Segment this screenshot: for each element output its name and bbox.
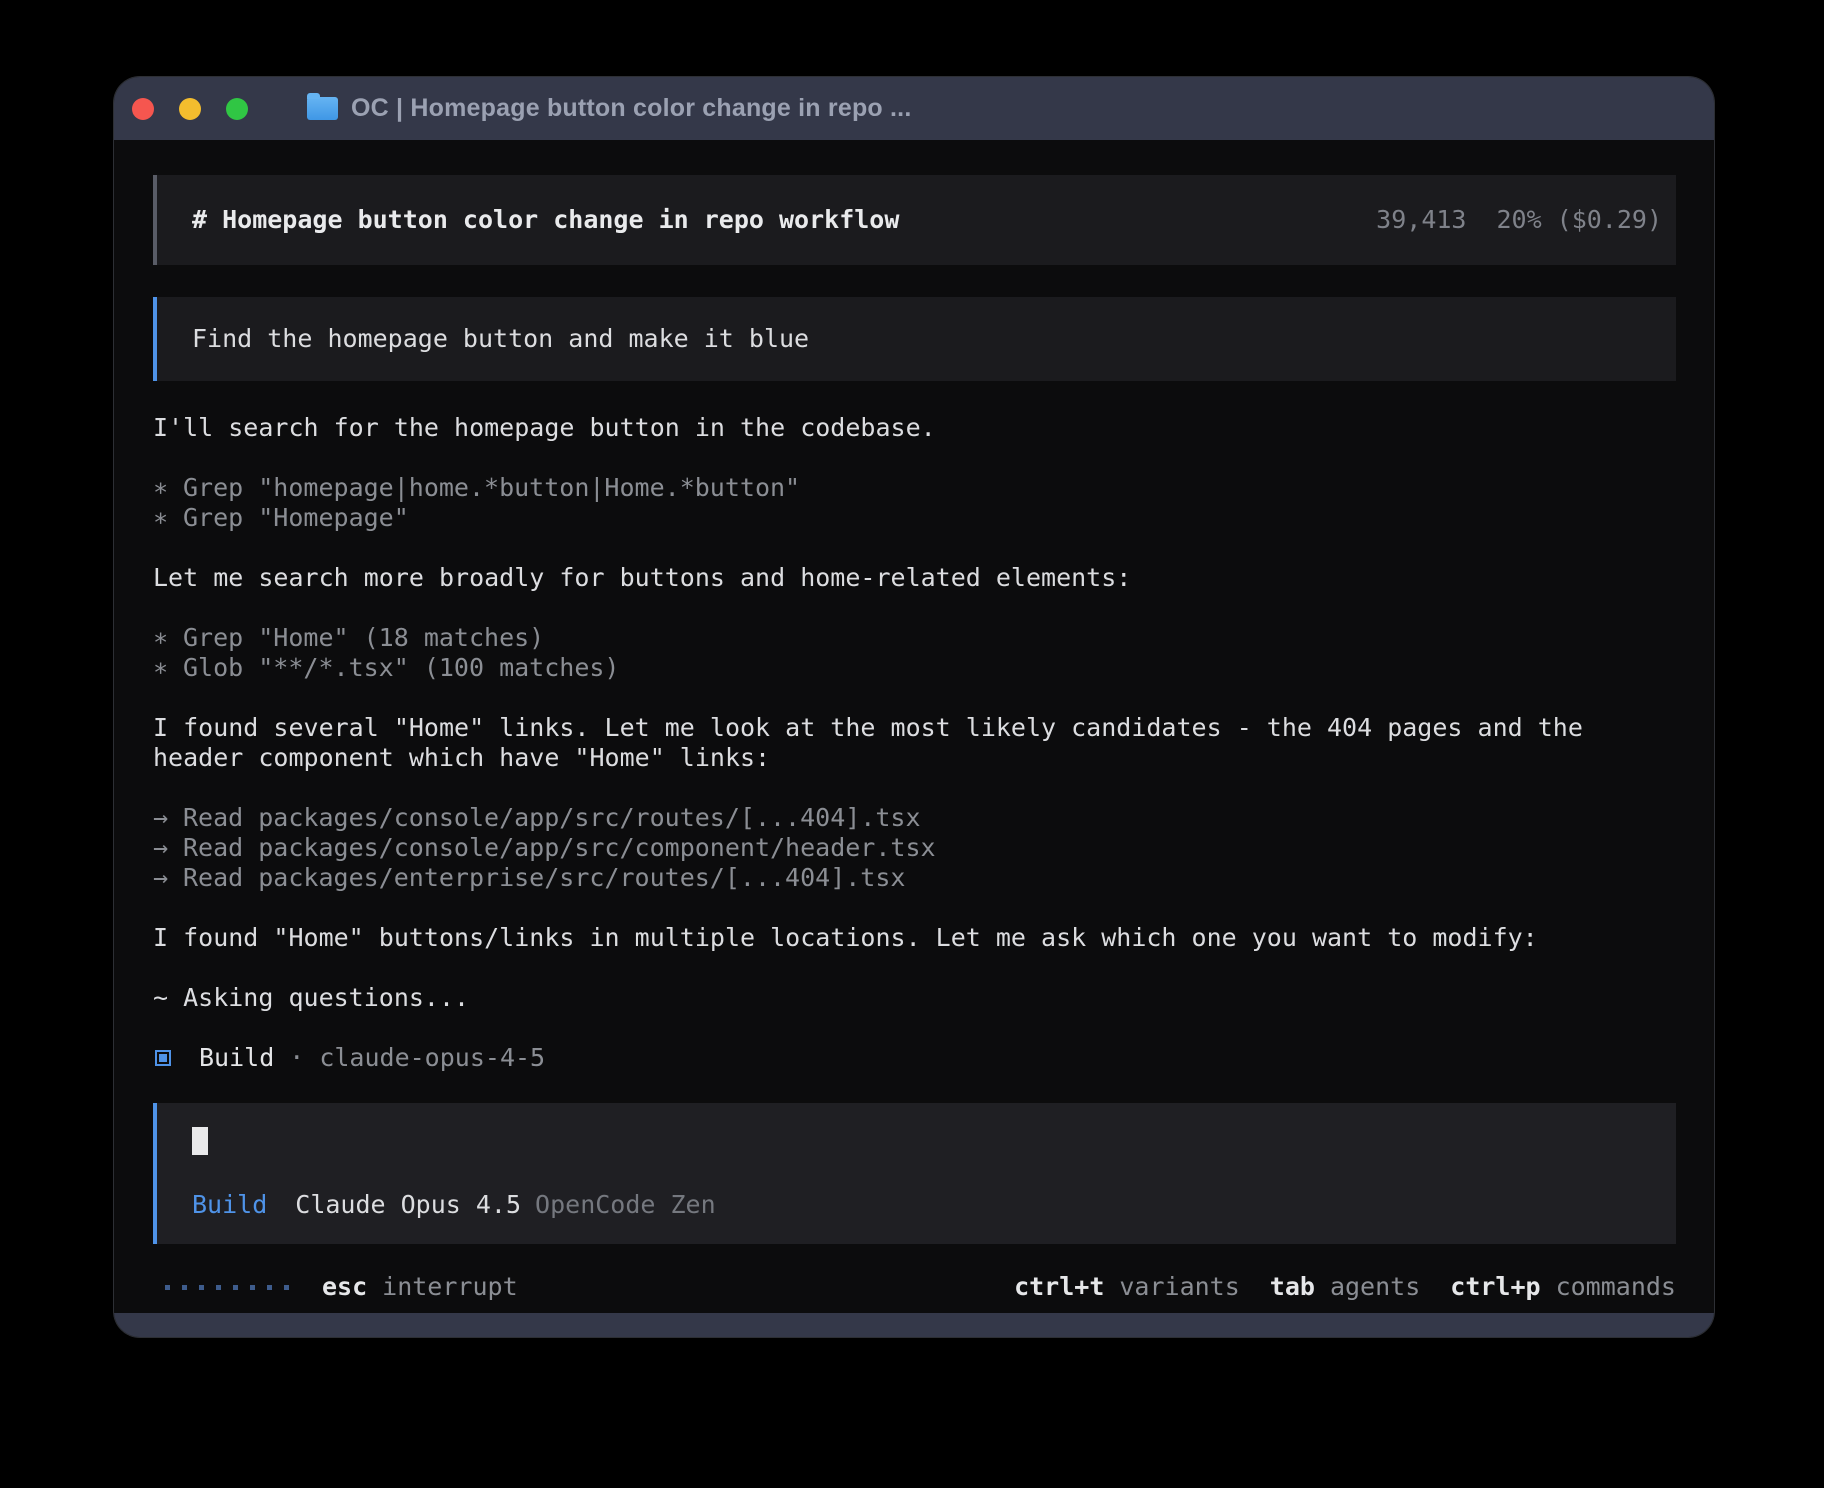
- title-bar: OC | Homepage button color change in rep…: [114, 77, 1714, 140]
- tool-call-group: ∗Grep "homepage|home.*button|Home.*butto…: [153, 473, 1676, 533]
- working-status: ~ Asking questions...: [153, 983, 1676, 1013]
- tool-call-text: Read packages/enterprise/src/routes/[...…: [183, 863, 905, 892]
- terminal-content: # Homepage button color change in repo w…: [114, 140, 1714, 1313]
- hint-label: agents: [1330, 1272, 1420, 1301]
- hint-agents: tab agents: [1270, 1272, 1420, 1302]
- esc-key: esc: [322, 1272, 367, 1302]
- hint-key: ctrl+t: [1014, 1272, 1104, 1301]
- input-model[interactable]: Claude Opus 4.5: [295, 1190, 521, 1219]
- text-cursor: [192, 1127, 208, 1155]
- tool-call-group: →Read packages/console/app/src/routes/[.…: [153, 803, 1676, 893]
- input-provider: OpenCode Zen: [535, 1190, 716, 1219]
- agent-name: Build: [199, 1043, 274, 1073]
- tool-call-line: ∗Grep "homepage|home.*button|Home.*butto…: [153, 473, 1676, 503]
- tool-call-text: Grep "Homepage": [183, 503, 409, 532]
- grep-marker-icon: ∗: [153, 623, 183, 653]
- agent-separator: ·: [289, 1043, 304, 1073]
- zoom-button[interactable]: [226, 98, 248, 120]
- user-message: Find the homepage button and make it blu…: [153, 297, 1676, 381]
- grep-marker-icon: ∗: [153, 473, 183, 503]
- close-button[interactable]: [132, 98, 154, 120]
- esc-label: interrupt: [382, 1272, 517, 1302]
- assistant-paragraph: I found "Home" buttons/links in multiple…: [153, 923, 1676, 953]
- hint-variants: ctrl+t variants: [1014, 1272, 1240, 1302]
- session-header: # Homepage button color change in repo w…: [153, 175, 1676, 265]
- status-bar-left: esc interrupt: [165, 1272, 518, 1302]
- agent-model: claude-opus-4-5: [319, 1043, 545, 1073]
- tool-call-text: Glob "**/*.tsx" (100 matches): [183, 653, 620, 682]
- assistant-text: I'll search for the homepage button in t…: [153, 413, 936, 442]
- token-count: 39,413: [1376, 205, 1466, 234]
- assistant-text: I found "Home" buttons/links in multiple…: [153, 923, 1538, 952]
- tool-call-text: Grep "Home" (18 matches): [183, 623, 544, 652]
- assistant-paragraph: I found several "Home" links. Let me loo…: [153, 713, 1676, 773]
- folder-icon: [307, 97, 338, 120]
- user-message-text: Find the homepage button and make it blu…: [192, 324, 809, 353]
- hint-key: tab: [1270, 1272, 1315, 1301]
- status-bar-right: ctrl+t variants tab agents ctrl+p commands: [1014, 1272, 1676, 1302]
- window-bottom-strip: [114, 1313, 1714, 1337]
- input-meta: Build Claude Opus 4.5 OpenCode Zen: [192, 1190, 1641, 1220]
- agent-status-line: Build · claude-opus-4-5: [153, 1043, 1676, 1073]
- input-mode[interactable]: Build: [192, 1190, 267, 1219]
- assistant-text: I found several "Home" links. Let me loo…: [153, 713, 1583, 772]
- prompt-input[interactable]: Build Claude Opus 4.5 OpenCode Zen: [153, 1103, 1676, 1244]
- tool-call-line: →Read packages/enterprise/src/routes/[..…: [153, 863, 1676, 893]
- read-arrow-icon: →: [153, 833, 183, 863]
- agent-build-icon: [155, 1050, 171, 1066]
- glob-marker-icon: ∗: [153, 653, 183, 683]
- tool-call-text: Read packages/console/app/src/component/…: [183, 833, 936, 862]
- hint-key: ctrl+p: [1450, 1272, 1540, 1301]
- tool-call-line: →Read packages/console/app/src/routes/[.…: [153, 803, 1676, 833]
- grep-marker-icon: ∗: [153, 503, 183, 533]
- assistant-text: Let me search more broadly for buttons a…: [153, 563, 1131, 592]
- status-bar: esc interrupt ctrl+t variants tab agents c…: [153, 1272, 1676, 1302]
- tool-call-text: Grep "homepage|home.*button|Home.*button…: [183, 473, 800, 502]
- minimize-button[interactable]: [179, 98, 201, 120]
- context-percent: 20%: [1496, 205, 1541, 234]
- window-title: OC | Homepage button color change in rep…: [351, 94, 911, 123]
- tool-call-text: Read packages/console/app/src/routes/[..…: [183, 803, 921, 832]
- session-stats: 39,413 20% ($0.29): [1376, 205, 1662, 235]
- tool-call-line: →Read packages/console/app/src/component…: [153, 833, 1676, 863]
- hint-commands: ctrl+p commands: [1450, 1272, 1676, 1302]
- assistant-paragraph: I'll search for the homepage button in t…: [153, 413, 1676, 443]
- tool-call-group: ∗Grep "Home" (18 matches) ∗Glob "**/*.ts…: [153, 623, 1676, 683]
- spinner-dots-icon: [165, 1285, 289, 1290]
- hint-label: commands: [1556, 1272, 1676, 1301]
- tool-call-line: ∗Grep "Homepage": [153, 503, 1676, 533]
- hint-label: variants: [1119, 1272, 1239, 1301]
- tool-call-line: ∗Glob "**/*.tsx" (100 matches): [153, 653, 1676, 683]
- input-line[interactable]: [192, 1127, 1641, 1158]
- assistant-paragraph: Let me search more broadly for buttons a…: [153, 563, 1676, 593]
- working-status-text: ~ Asking questions...: [153, 983, 469, 1012]
- terminal-window: OC | Homepage button color change in rep…: [114, 77, 1714, 1337]
- read-arrow-icon: →: [153, 803, 183, 833]
- tool-call-line: ∗Grep "Home" (18 matches): [153, 623, 1676, 653]
- session-title: # Homepage button color change in repo w…: [192, 205, 899, 235]
- session-cost: ($0.29): [1557, 205, 1662, 234]
- read-arrow-icon: →: [153, 863, 183, 893]
